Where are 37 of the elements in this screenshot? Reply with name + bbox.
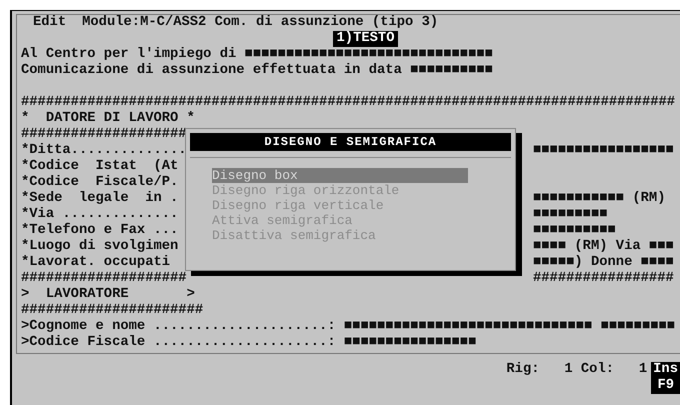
document-line: ■■■■■■■■■■■ (RM) — [533, 191, 666, 207]
document-line: *Ditta.............. — [21, 143, 187, 159]
document-line: Comunicazione di assunzione effettuata in data ■■■■■■■■■■ — [21, 63, 493, 79]
document-line: *Sede legale in . — [21, 191, 178, 207]
document-line: *Luogo di svolgimen — [21, 239, 178, 255]
menu-option[interactable]: Disegno box — [212, 168, 468, 183]
insert-mode-indicator: Ins — [651, 362, 680, 378]
document-line: #################### — [21, 127, 187, 143]
document-line: ■■■■■■■■■■ — [533, 223, 616, 239]
dialog-title: DISEGNO E SEMIGRAFICA — [190, 133, 511, 151]
document-line: ■■■■■■■■■■■■■■■■■ — [533, 143, 674, 159]
document-line: *Via .............. — [21, 207, 178, 222]
document-line: ################# — [533, 271, 674, 287]
document-line: Al Centro per l'impiego di ■■■■■■■■■■■■■■■■■■■■■■■■■■■■■■ — [21, 47, 493, 62]
document-line: >Cognome e nome .....................: ■■■■■■■■■■■■■■■■■■■■■■■■■■■■■■ ■■■■■■■■■ — [21, 319, 676, 335]
document-line: >Codice Fiscale .....................: ■■■■■■■■■■■■■■■■ — [21, 335, 476, 351]
menu-option[interactable]: Attiva semigrafica — [212, 213, 352, 228]
document-line: ############################################################################### — [21, 95, 676, 111]
document-line: *Lavorat. occupati — [21, 255, 170, 271]
module-title: Module:M-C/ASS2 Com. di assunzione (tipo 3) — [82, 15, 438, 31]
document-line: *Codice Fiscale/P. — [21, 175, 178, 191]
menu-option[interactable]: Disegno riga verticale — [212, 198, 384, 213]
document-line: > LAVORATORE > — [21, 287, 195, 303]
document-line: ■■■■■) Donne ■■■■ — [533, 255, 674, 271]
menu-option[interactable]: Disattiva semigrafica — [212, 228, 376, 243]
cursor-position: Rig: 1 Col: 1 — [506, 362, 648, 378]
document-line: #################### — [21, 271, 187, 287]
menu-option[interactable]: Disegno riga orizzontale — [212, 183, 400, 198]
document-line: ■■■■ (RM) Via ■■■ — [533, 239, 674, 255]
document-line: ###################### — [21, 303, 204, 319]
document-line: *Codice Istat (At — [21, 159, 178, 175]
document-line: ■■■■■■■■■ — [533, 207, 608, 223]
menu-item[interactable]: Edit — [33, 15, 66, 31]
document-line: *Telefono e Fax ... — [21, 223, 178, 239]
document-line: * DATORE DI LAVORO * — [21, 111, 195, 127]
section-badge: 1)TESTO — [332, 31, 398, 47]
function-key-label: F9 — [651, 378, 680, 394]
